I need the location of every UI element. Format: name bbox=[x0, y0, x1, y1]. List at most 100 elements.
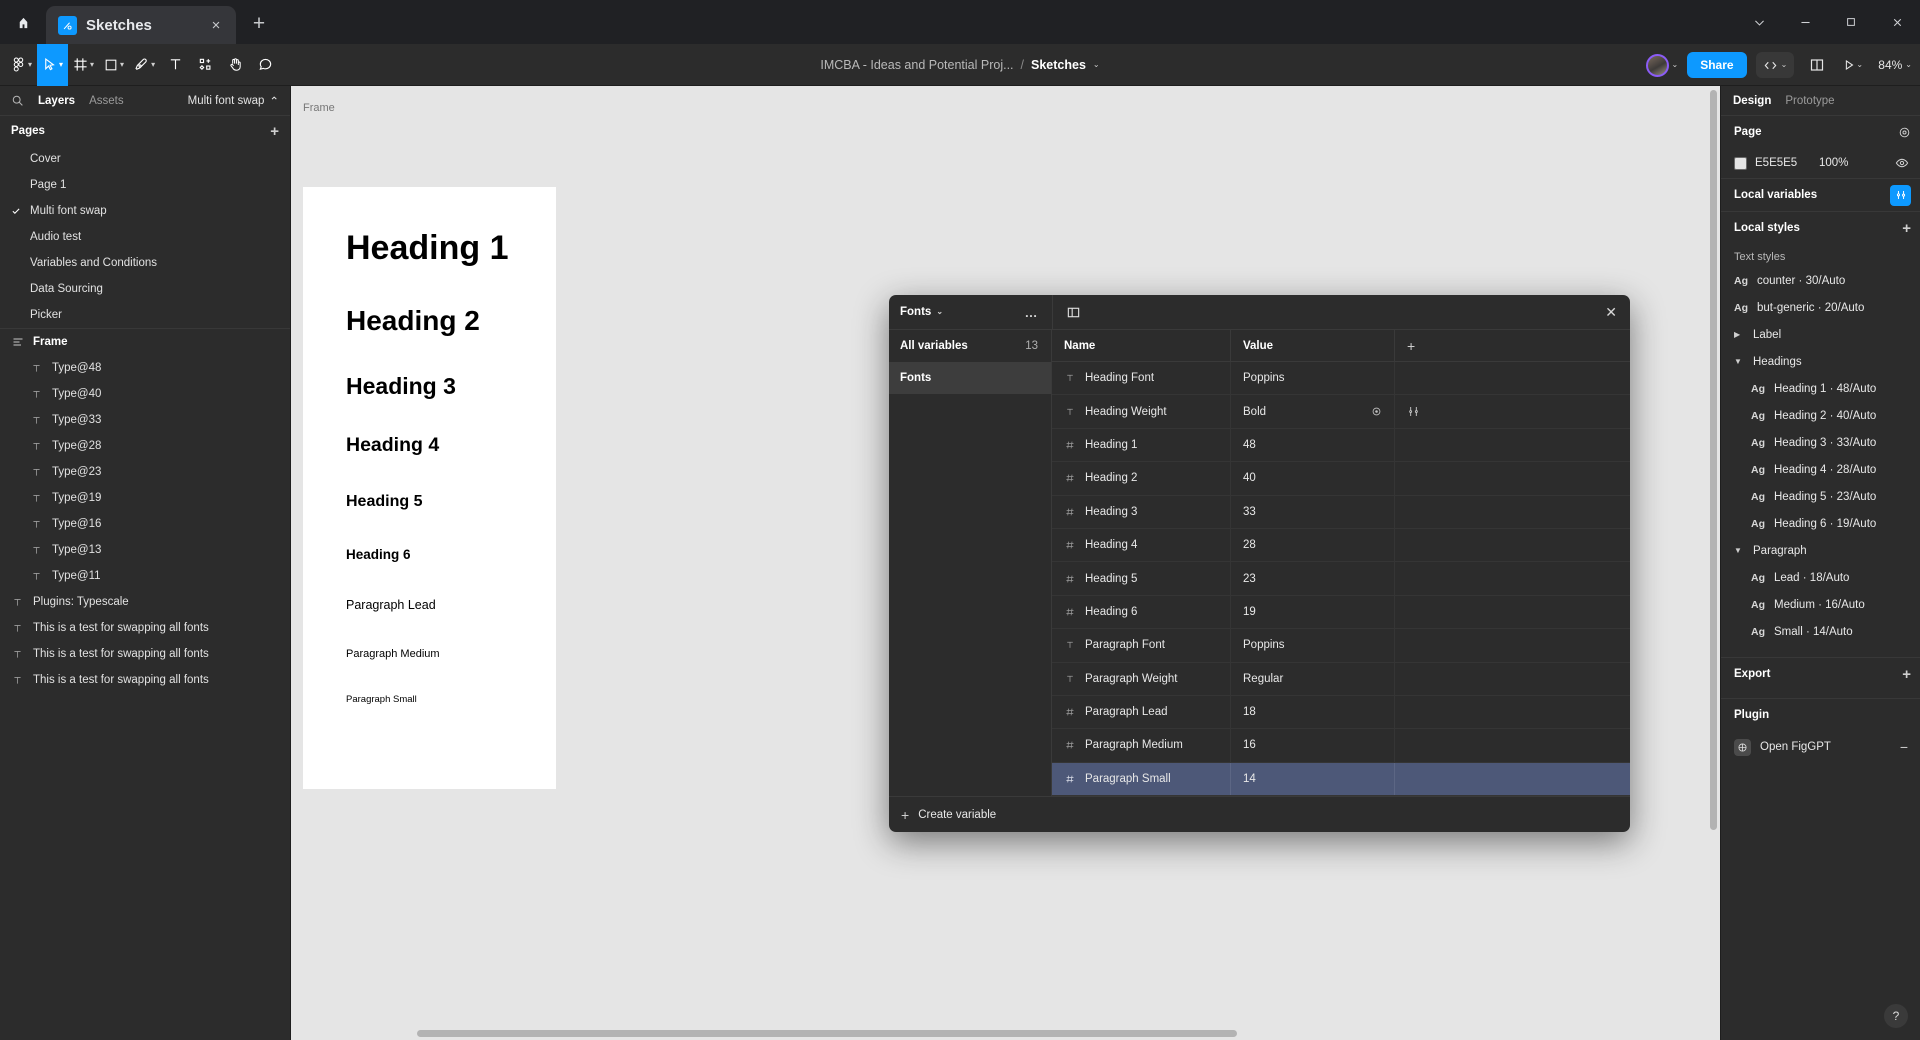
move-tool[interactable]: ▾ bbox=[37, 43, 69, 86]
comment-tool[interactable] bbox=[250, 44, 280, 86]
maximize-icon[interactable] bbox=[1828, 0, 1874, 44]
variable-value-cell[interactable]: Regular bbox=[1231, 662, 1395, 695]
variable-value-cell[interactable]: 28 bbox=[1231, 528, 1395, 562]
text-style-medium[interactable]: Ag Medium · 16/Auto bbox=[1721, 591, 1920, 618]
help-button[interactable]: ? bbox=[1884, 1004, 1908, 1028]
pen-tool[interactable]: ▾ bbox=[129, 44, 160, 86]
layer-item-type-13[interactable]: Type@13 bbox=[0, 537, 290, 563]
close-icon[interactable]: ✕ bbox=[1605, 304, 1617, 321]
variables-icon[interactable] bbox=[1890, 184, 1911, 206]
table-row[interactable]: Heading Weight Bold bbox=[1052, 395, 1630, 429]
color-swatch[interactable] bbox=[1734, 156, 1747, 170]
layer-item-font-test-3[interactable]: This is a test for swapping all fonts bbox=[0, 667, 290, 693]
variable-name-cell[interactable]: Heading Weight bbox=[1052, 395, 1231, 428]
minimize-icon[interactable] bbox=[1782, 0, 1828, 44]
table-row[interactable]: Paragraph Medium 16 bbox=[1052, 729, 1630, 763]
table-row[interactable]: Heading 2 40 bbox=[1052, 462, 1630, 496]
add-style-button[interactable]: + bbox=[1902, 220, 1911, 237]
zoom-control[interactable]: 84% ⌄ bbox=[1875, 58, 1912, 72]
shape-tool[interactable]: ▾ bbox=[99, 44, 129, 86]
text-tool[interactable] bbox=[160, 44, 190, 86]
layer-item-font-test-2[interactable]: This is a test for swapping all fonts bbox=[0, 641, 290, 667]
page-item-audio-test[interactable]: Audio test bbox=[0, 224, 290, 250]
tab-assets[interactable]: Assets bbox=[89, 95, 124, 107]
variable-value-cell[interactable]: 40 bbox=[1231, 462, 1395, 495]
variable-name-cell[interactable]: Paragraph Lead bbox=[1052, 695, 1231, 729]
share-button[interactable]: Share bbox=[1687, 52, 1747, 78]
layer-item-type-16[interactable]: Type@16 bbox=[0, 511, 290, 537]
scrollbar-thumb[interactable] bbox=[417, 1030, 1237, 1037]
variable-name-cell[interactable]: Heading 5 bbox=[1052, 562, 1231, 595]
table-row[interactable]: Paragraph Weight Regular bbox=[1052, 662, 1630, 696]
layer-item-type-23[interactable]: Type@23 bbox=[0, 459, 290, 485]
home-icon[interactable] bbox=[0, 0, 46, 44]
text-style-heading-5[interactable]: Ag Heading 5 · 23/Auto bbox=[1721, 483, 1920, 510]
layer-item-type-11[interactable]: Type@11 bbox=[0, 563, 290, 589]
collection-item-all-variables[interactable]: All variables 13 bbox=[889, 330, 1051, 362]
variable-name-cell[interactable]: Paragraph Font bbox=[1052, 629, 1231, 662]
eye-icon[interactable] bbox=[1895, 156, 1909, 170]
variable-value-cell[interactable]: Poppins bbox=[1231, 362, 1395, 395]
present-button[interactable]: ⌄ bbox=[1839, 52, 1866, 78]
page-item-data-sourcing[interactable]: Data Sourcing bbox=[0, 276, 290, 302]
page-item-variables-and-conditions[interactable]: Variables and Conditions bbox=[0, 250, 290, 276]
table-row[interactable]: Paragraph Font Poppins bbox=[1052, 629, 1630, 663]
scope-icon[interactable] bbox=[1371, 406, 1382, 417]
breadcrumb-project[interactable]: IMCBA - Ideas and Potential Proj... bbox=[820, 58, 1013, 72]
variable-name-cell[interactable]: Heading 3 bbox=[1052, 495, 1231, 528]
tab-design[interactable]: Design bbox=[1733, 95, 1771, 107]
text-style-heading-6[interactable]: Ag Heading 6 · 19/Auto bbox=[1721, 510, 1920, 537]
add-mode-button[interactable]: + bbox=[1395, 330, 1630, 361]
variable-value-cell[interactable]: Bold bbox=[1231, 395, 1395, 428]
variable-name-cell[interactable]: Heading 2 bbox=[1052, 462, 1231, 495]
add-export-button[interactable]: + bbox=[1902, 666, 1911, 683]
text-style-but-generic[interactable]: Ag but-generic · 20/Auto bbox=[1721, 294, 1920, 321]
plugin-item-open-figgpt[interactable]: Open FigGPT − bbox=[1721, 731, 1920, 763]
layer-item-type-40[interactable]: Type@40 bbox=[0, 381, 290, 407]
add-page-button[interactable]: + bbox=[270, 123, 279, 140]
canvas-horizontal-scrollbar[interactable] bbox=[291, 1030, 1720, 1037]
variable-value-cell[interactable]: Poppins bbox=[1231, 629, 1395, 662]
variable-value-cell[interactable]: 16 bbox=[1231, 729, 1395, 762]
layer-item-plugins-typescale[interactable]: Plugins: Typescale bbox=[0, 589, 290, 615]
collaborator-avatars[interactable]: ⌄ bbox=[1645, 53, 1679, 77]
canvas-vertical-scrollbar[interactable] bbox=[1710, 90, 1717, 830]
variable-name-cell[interactable]: Paragraph Medium bbox=[1052, 729, 1231, 762]
text-style-heading-4[interactable]: Ag Heading 4 · 28/Auto bbox=[1721, 456, 1920, 483]
table-row[interactable]: Heading 4 28 bbox=[1052, 528, 1630, 563]
design-canvas[interactable]: Frame Heading 1 Heading 2 Heading 3 Head… bbox=[291, 86, 1720, 1040]
layer-item-type-33[interactable]: Type@33 bbox=[0, 407, 290, 433]
layer-item-type-19[interactable]: Type@19 bbox=[0, 485, 290, 511]
close-icon[interactable]: × bbox=[206, 15, 226, 35]
table-row[interactable]: Paragraph Small 14 bbox=[1052, 762, 1630, 796]
page-background-row[interactable]: E5E5E5 100% bbox=[1721, 148, 1920, 178]
variable-value-cell[interactable]: 19 bbox=[1231, 595, 1395, 629]
page-item-picker[interactable]: Picker bbox=[0, 302, 290, 328]
chevron-down-icon[interactable]: ⌄ bbox=[1672, 61, 1679, 69]
text-style-group-headings[interactable]: ▼ Headings bbox=[1721, 348, 1920, 375]
sidebar-toggle-icon[interactable] bbox=[1066, 305, 1081, 320]
variable-value-cell[interactable]: 23 bbox=[1231, 562, 1395, 595]
layer-item-type-28[interactable]: Type@28 bbox=[0, 433, 290, 459]
more-horizontal-icon[interactable]: … bbox=[1025, 305, 1040, 320]
window-close-icon[interactable] bbox=[1874, 0, 1920, 44]
book-icon[interactable] bbox=[1803, 52, 1830, 78]
table-row[interactable]: Heading 1 48 bbox=[1052, 428, 1630, 463]
page-item-multi-font-swap[interactable]: Multi font swap bbox=[0, 198, 290, 224]
layer-item-type-48[interactable]: Type@48 bbox=[0, 355, 290, 381]
edit-variable-icon[interactable] bbox=[1407, 405, 1420, 418]
dev-mode-toggle[interactable]: ⌄ bbox=[1755, 52, 1795, 78]
layer-item-frame[interactable]: Frame bbox=[0, 329, 290, 355]
variable-value-cell[interactable]: 18 bbox=[1231, 695, 1395, 729]
local-variables-section[interactable]: Local variables bbox=[1721, 178, 1920, 211]
text-style-group-paragraph[interactable]: ▼ Paragraph bbox=[1721, 537, 1920, 564]
new-tab-button[interactable]: + bbox=[242, 7, 276, 41]
chevron-down-icon[interactable]: ⌄ bbox=[1093, 61, 1100, 69]
variable-name-cell[interactable]: Heading 4 bbox=[1052, 528, 1231, 562]
variable-value-cell[interactable]: 14 bbox=[1231, 762, 1395, 796]
text-style-heading-3[interactable]: Ag Heading 3 · 33/Auto bbox=[1721, 429, 1920, 456]
actions-tool[interactable] bbox=[190, 44, 220, 86]
text-style-small[interactable]: Ag Small · 14/Auto bbox=[1721, 618, 1920, 645]
search-icon[interactable] bbox=[11, 94, 24, 107]
remove-plugin-icon[interactable]: − bbox=[1900, 739, 1908, 755]
